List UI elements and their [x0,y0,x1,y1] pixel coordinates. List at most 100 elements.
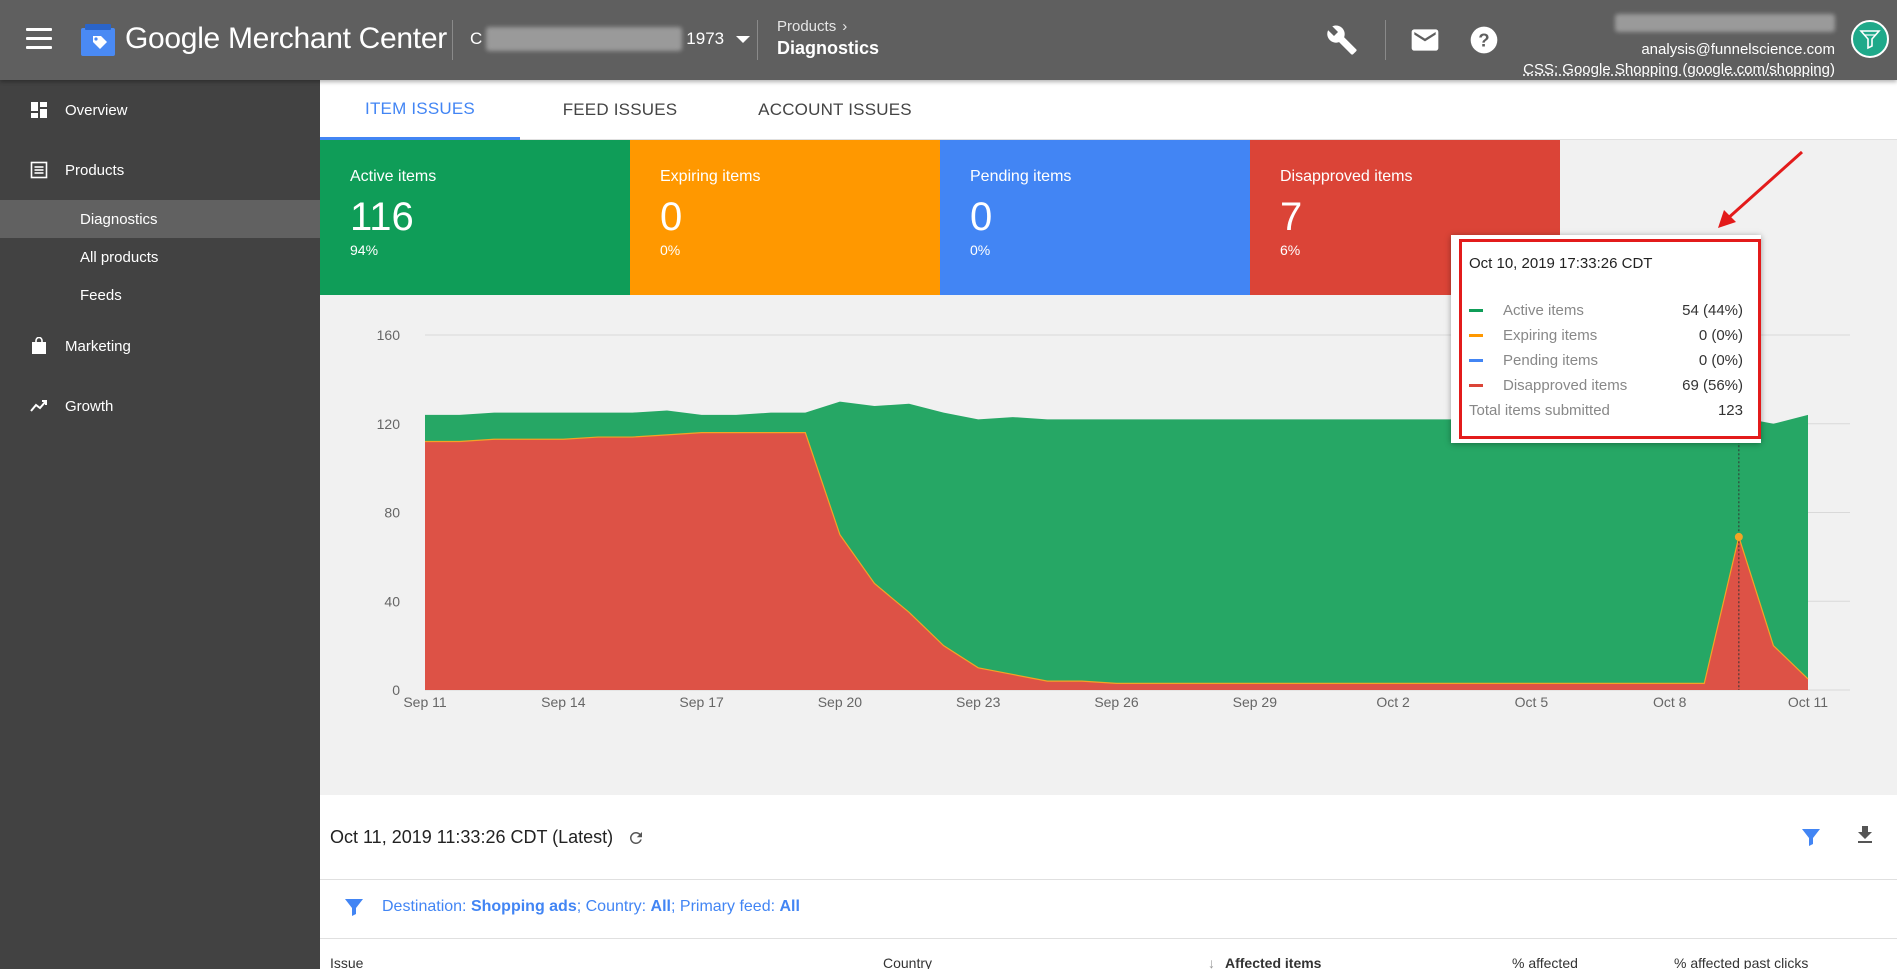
tab-feed-issues[interactable]: FEED ISSUES [520,80,720,140]
column-header-issue[interactable]: Issue [330,955,363,969]
avatar[interactable] [1851,20,1889,58]
sidebar-item-marketing[interactable]: Marketing [0,326,320,366]
sidebar-item-feeds[interactable]: Feeds [0,276,320,314]
tab-bar: ITEM ISSUES FEED ISSUES ACCOUNT ISSUES [320,80,1897,140]
sidebar-item-label: Overview [65,101,128,119]
x-tick-label: Sep 29 [1233,694,1278,710]
css-program: CSS: Google Shopping (google.com/shoppin… [1523,61,1835,78]
sidebar-item-overview[interactable]: Overview [0,90,320,130]
filter-country-label: ; Country: [576,898,647,915]
filter-icon[interactable] [1799,825,1823,849]
filter-feed-label: ; Primary feed: [671,898,776,915]
card-expiring-items[interactable]: Expiring items 0 0% [630,140,940,295]
hover-point-disapproved [1734,532,1743,541]
filter-icon [345,899,363,916]
sidebar-item-label: Diagnostics [80,210,158,228]
column-header-percent-affected[interactable]: % affected [1512,955,1578,969]
snapshot-row: Oct 11, 2019 11:33:26 CDT (Latest) [330,827,645,848]
dashboard-icon [31,102,47,118]
filter-summary: Destination: Shopping ads; Country: All;… [382,898,800,916]
card-count: 7 [1280,195,1303,239]
svg-text:?: ? [1478,30,1489,51]
chevron-right-icon: › [842,18,848,35]
divider [1385,20,1386,60]
download-icon[interactable] [1853,823,1877,847]
hamburger-menu-icon[interactable] [26,28,52,50]
column-header-affected-items[interactable]: ↓ Affected items [1208,955,1321,969]
x-tick-label: Oct 5 [1515,694,1549,710]
column-header-label: Affected items [1225,955,1322,969]
sidebar-item-products[interactable]: Products [0,150,320,190]
page-title: Diagnostics [777,38,880,58]
breadcrumb-parent[interactable]: Products [777,18,836,35]
sidebar: Overview Products Diagnostics All produc… [0,80,320,969]
help-icon[interactable]: ? [1468,24,1500,56]
card-title: Disapproved items [1280,168,1413,185]
x-tick-label: Oct 2 [1376,694,1410,710]
card-title: Active items [350,168,437,185]
sidebar-item-label: Products [65,161,125,179]
trending-up-icon [30,400,47,412]
y-tick-label: 120 [377,416,401,432]
x-tick-label: Sep 14 [541,694,586,710]
divider [320,938,1897,939]
card-percent: 94% [350,242,379,258]
sidebar-item-label: All products [80,248,159,266]
account-selector[interactable]: C 1973 [470,27,751,51]
x-tick-label: Sep 23 [956,694,1001,710]
active-filters[interactable]: Destination: Shopping ads; Country: All;… [342,895,800,919]
mail-icon[interactable] [1409,24,1441,56]
column-header-percent-affected-past-clicks[interactable]: % affected past clicks [1674,955,1808,969]
y-tick-label: 0 [392,682,400,698]
sort-arrow-down-icon: ↓ [1208,955,1215,969]
sidebar-item-label: Feeds [80,286,122,304]
top-app-bar: Google Merchant Center C 1973 Products ›… [0,0,1897,80]
app-title: Google Merchant Center [125,22,447,55]
filter-feed-value: All [779,898,800,915]
tab-item-issues[interactable]: ITEM ISSUES [320,80,520,140]
annotation-arrow-icon [1718,150,1804,228]
sidebar-item-diagnostics[interactable]: Diagnostics [0,200,320,238]
card-title: Pending items [970,168,1072,185]
x-tick-label: Oct 11 [1788,694,1828,710]
card-pending-items[interactable]: Pending items 0 0% [940,140,1250,295]
user-info[interactable]: analysis@funnelscience.com CSS: Google S… [1523,14,1835,80]
divider [452,20,453,60]
caret-down-icon [736,35,751,43]
x-tick-label: Oct 8 [1653,694,1687,710]
chart-tooltip: Oct 10, 2019 17:33:26 CDT Active items 5… [1451,235,1761,443]
refresh-icon[interactable] [627,829,645,847]
sidebar-item-growth[interactable]: Growth [0,386,320,426]
card-percent: 0% [970,242,991,258]
redacted-account-name [486,27,683,51]
y-tick-label: 160 [377,327,401,343]
sidebar-item-all-products[interactable]: All products [0,238,320,276]
highlight-box [1459,239,1761,439]
snapshot-label: Oct 11, 2019 11:33:26 CDT (Latest) [330,827,614,847]
issues-panel: Oct 11, 2019 11:33:26 CDT (Latest) Desti… [320,795,1897,969]
sidebar-item-label: Marketing [65,337,131,355]
account-id-suffix: 1973 [686,29,725,48]
x-tick-label: Sep 20 [818,694,863,710]
sidebar-item-label: Growth [65,397,114,415]
merchant-center-logo-icon [81,24,115,56]
wrench-tools-icon[interactable] [1326,24,1358,56]
column-header-country[interactable]: Country [883,955,932,969]
x-tick-label: Sep 17 [679,694,724,710]
breadcrumb: Products › Diagnostics [777,18,879,59]
funnel-logo-icon [1859,30,1881,50]
card-active-items[interactable]: Active items 116 94% [320,140,630,295]
x-tick-label: Sep 26 [1094,694,1139,710]
filter-country-value: All [650,898,671,915]
card-count: 116 [350,195,414,239]
filter-destination-value: Shopping ads [470,898,577,915]
y-tick-label: 40 [384,593,400,609]
shopping-bag-icon [32,337,46,354]
y-tick-label: 80 [384,505,400,521]
tab-account-issues[interactable]: ACCOUNT ISSUES [720,80,950,140]
user-email: analysis@funnelscience.com [1641,41,1835,58]
card-count: 0 [660,195,683,239]
card-title: Expiring items [660,168,761,185]
divider [757,20,758,60]
filter-destination-label: Destination: [382,898,467,915]
